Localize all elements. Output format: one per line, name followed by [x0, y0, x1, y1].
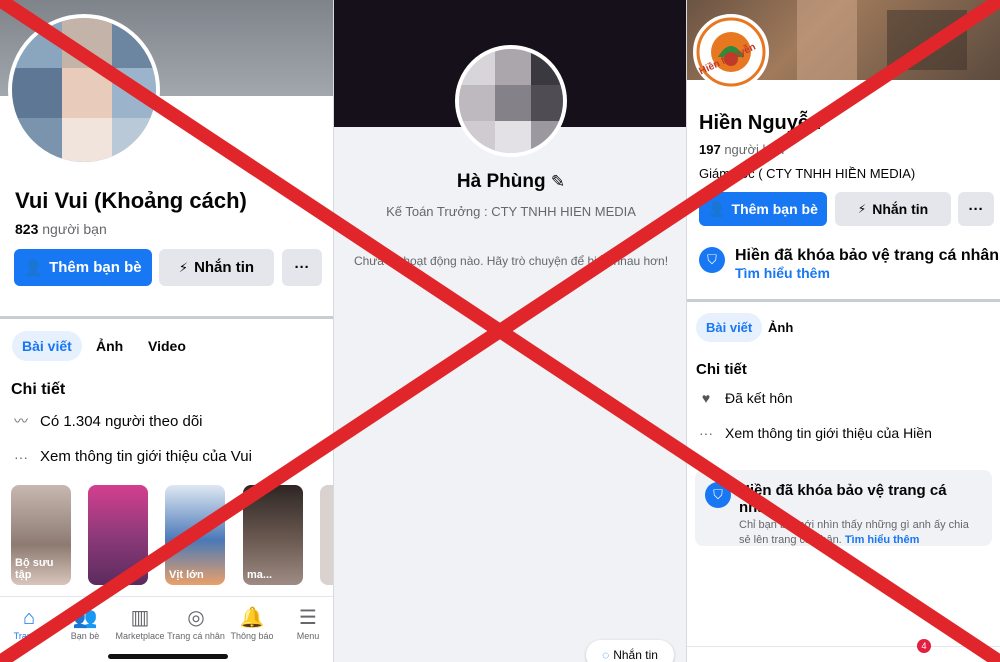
messenger-icon: ⚡: [857, 202, 867, 216]
friends-count[interactable]: 823 người bạn: [15, 221, 107, 237]
menu-icon: ☰: [299, 607, 317, 629]
tab-videos[interactable]: Video: [138, 331, 196, 361]
friends-count[interactable]: 197 người bạn: [699, 142, 784, 157]
learn-more-link[interactable]: Tìm hiểu thêm: [735, 265, 999, 281]
followers-row[interactable]: 〰 Có 1.304 người theo dõi: [12, 411, 203, 431]
edit-pencil-icon[interactable]: ✎: [551, 172, 565, 191]
details-heading: Chi tiết: [11, 381, 66, 398]
profile-avatar-blurred[interactable]: [8, 14, 160, 166]
profile-name: Hà Phùng ✎: [456, 171, 566, 192]
message-button[interactable]: ⚡ Nhắn tin: [835, 192, 951, 226]
profile-bio: Kế Toán Trưởng : CTY TNHH HIEN MEDIA: [386, 204, 636, 219]
add-friend-icon: 👤: [708, 200, 726, 217]
section-divider: [687, 299, 1000, 302]
more-options-button[interactable]: ···: [958, 192, 994, 226]
add-friend-icon: 👤: [24, 259, 44, 277]
notification-badge: 4: [917, 639, 931, 653]
profile-lock-notice: ⛉ Hiền đã khóa bảo vệ trang cá nhân Tìm …: [699, 247, 999, 281]
home-indicator: [108, 654, 228, 659]
profile-job: Giám đốc ( CTY TNHH HIỀN MEDIA): [699, 166, 916, 181]
profile-avatar-blurred[interactable]: [455, 45, 567, 157]
details-heading: Chi tiết: [696, 361, 747, 378]
profile-name: Vui Vui (Khoảng cách): [15, 188, 247, 213]
section-divider: [0, 316, 333, 319]
tab-photos[interactable]: Ảnh: [86, 331, 133, 361]
nav-menu[interactable]: ☰ Menu: [275, 605, 333, 641]
profile-panel-hien-nguyen: Hiền Nguyễn Hiền Nguyễn 197 người bạn Gi…: [687, 0, 1000, 662]
tab-posts[interactable]: Bài viết: [696, 313, 763, 342]
add-friend-button[interactable]: 👤 Thêm bạn bè: [699, 192, 827, 226]
story-thumbnail-1[interactable]: Bộ sưu tập: [11, 485, 71, 585]
story-thumbnail-5[interactable]: [320, 485, 333, 585]
locked-profile-card: ⛉ Hiền đã khóa bảo vệ trang cá nhân Chỉ …: [695, 470, 992, 546]
story-thumbnail-2[interactable]: [88, 485, 148, 585]
bottom-navigation: 4: [687, 639, 1000, 662]
learn-more-link[interactable]: Tìm hiểu thêm: [845, 534, 920, 546]
tab-photos[interactable]: Ảnh: [758, 313, 803, 342]
profile-panel-ha-phung: Hà Phùng ✎ Kế Toán Trưởng : CTY TNHH HIE…: [333, 0, 687, 662]
shield-icon: ⛉: [705, 482, 731, 508]
profile-name: Hiền Nguyễn: [699, 112, 822, 134]
story-thumbnail-4[interactable]: ma...: [243, 485, 303, 585]
heart-icon: ♥: [701, 390, 711, 406]
add-friend-button[interactable]: 👤 Thêm bạn bè: [14, 249, 152, 286]
see-intro-row[interactable]: ··· Xem thông tin giới thiệu của Vui: [12, 448, 252, 465]
more-dots-icon: ···: [14, 448, 28, 465]
floating-message-button[interactable]: ◌ Nhắn tin: [586, 640, 674, 662]
story-thumbnail-3[interactable]: Vịt lớn: [165, 485, 225, 585]
rss-icon: 〰: [14, 413, 28, 429]
chat-icon: ◌: [602, 648, 610, 662]
messenger-icon: ⚡: [178, 259, 189, 275]
more-options-button[interactable]: ···: [282, 249, 322, 286]
shield-icon: ⛉: [699, 247, 725, 273]
bottom-navigation: ⌂ Trang... 👥 Bạn bè ▥ Marketplace ◎ Trang cá…: [0, 596, 333, 662]
see-intro-row[interactable]: ··· Xem thông tin giới thiệu của Hiền: [697, 425, 932, 441]
relationship-row: ♥ Đã kết hôn: [697, 390, 793, 406]
tab-posts[interactable]: Bài viết: [12, 331, 82, 361]
profile-panel-vui-vui: Vui Vui (Khoảng cách) 823 người bạn 👤 Thê…: [0, 0, 333, 662]
empty-state-text: Chưa có hoạt động nào. Hãy trò chuyện để…: [353, 254, 669, 268]
more-dots-icon: ···: [699, 425, 713, 441]
message-button[interactable]: ⚡ Nhắn tin: [159, 249, 274, 286]
